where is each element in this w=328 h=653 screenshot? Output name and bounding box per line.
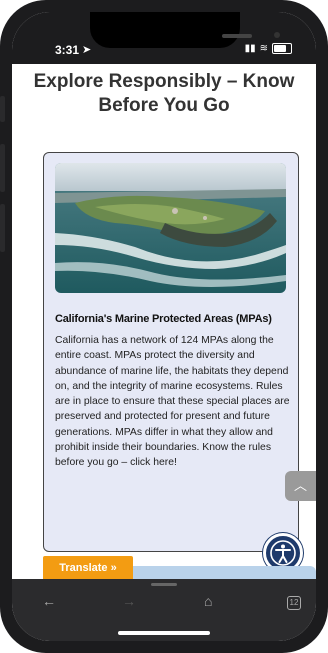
notch [90,12,280,48]
wifi-icon: ≋ [259,43,268,54]
location-icon: ➤ [82,44,92,56]
battery-icon [272,43,292,54]
home-indicator [118,631,210,635]
phone-frame: 3:31 ➤ ▮▮ ≋ Explore Responsibly – Know B… [0,0,328,653]
tabs-button[interactable]: 12 [287,596,301,610]
share-home-icon[interactable]: ⌂ [204,593,212,609]
speaker-grille [222,34,252,38]
forward-arrow-icon[interactable]: → [122,593,136,609]
page-title: Explore Responsibly – Know Before You Go [33,71,295,116]
scroll-to-top-button[interactable]: ︿ [285,471,316,501]
coastline-image [55,163,286,293]
front-camera [274,32,280,38]
volume-up-button [0,144,5,192]
toolbar-handle[interactable] [151,583,177,586]
accessibility-icon [270,540,296,566]
status-bar: 3:31 ➤ ▮▮ ≋ [12,12,316,64]
back-arrow-icon[interactable]: ← [42,593,56,609]
coastline-photo [55,163,286,293]
browser-toolbar: ← → ⌂ 12 [12,579,316,641]
card-body-link[interactable]: California has a network of 124 MPAs alo… [55,333,290,471]
page-content[interactable]: Explore Responsibly – Know Before You Go [12,64,316,586]
signal-icon: ▮▮ [244,43,256,54]
status-time: 3:31 [55,43,80,57]
translate-button[interactable]: Translate » [43,556,133,580]
chevron-up-icon: ︿ [293,478,307,493]
volume-down-button [0,204,5,252]
mpa-card[interactable]: California's Marine Protected Areas (MPA… [43,152,299,552]
screen: 3:31 ➤ ▮▮ ≋ Explore Responsibly – Know B… [12,12,316,641]
status-icons: ▮▮ ≋ [245,43,292,54]
card-title: California's Marine Protected Areas (MPA… [55,313,272,325]
mute-switch [0,96,5,122]
